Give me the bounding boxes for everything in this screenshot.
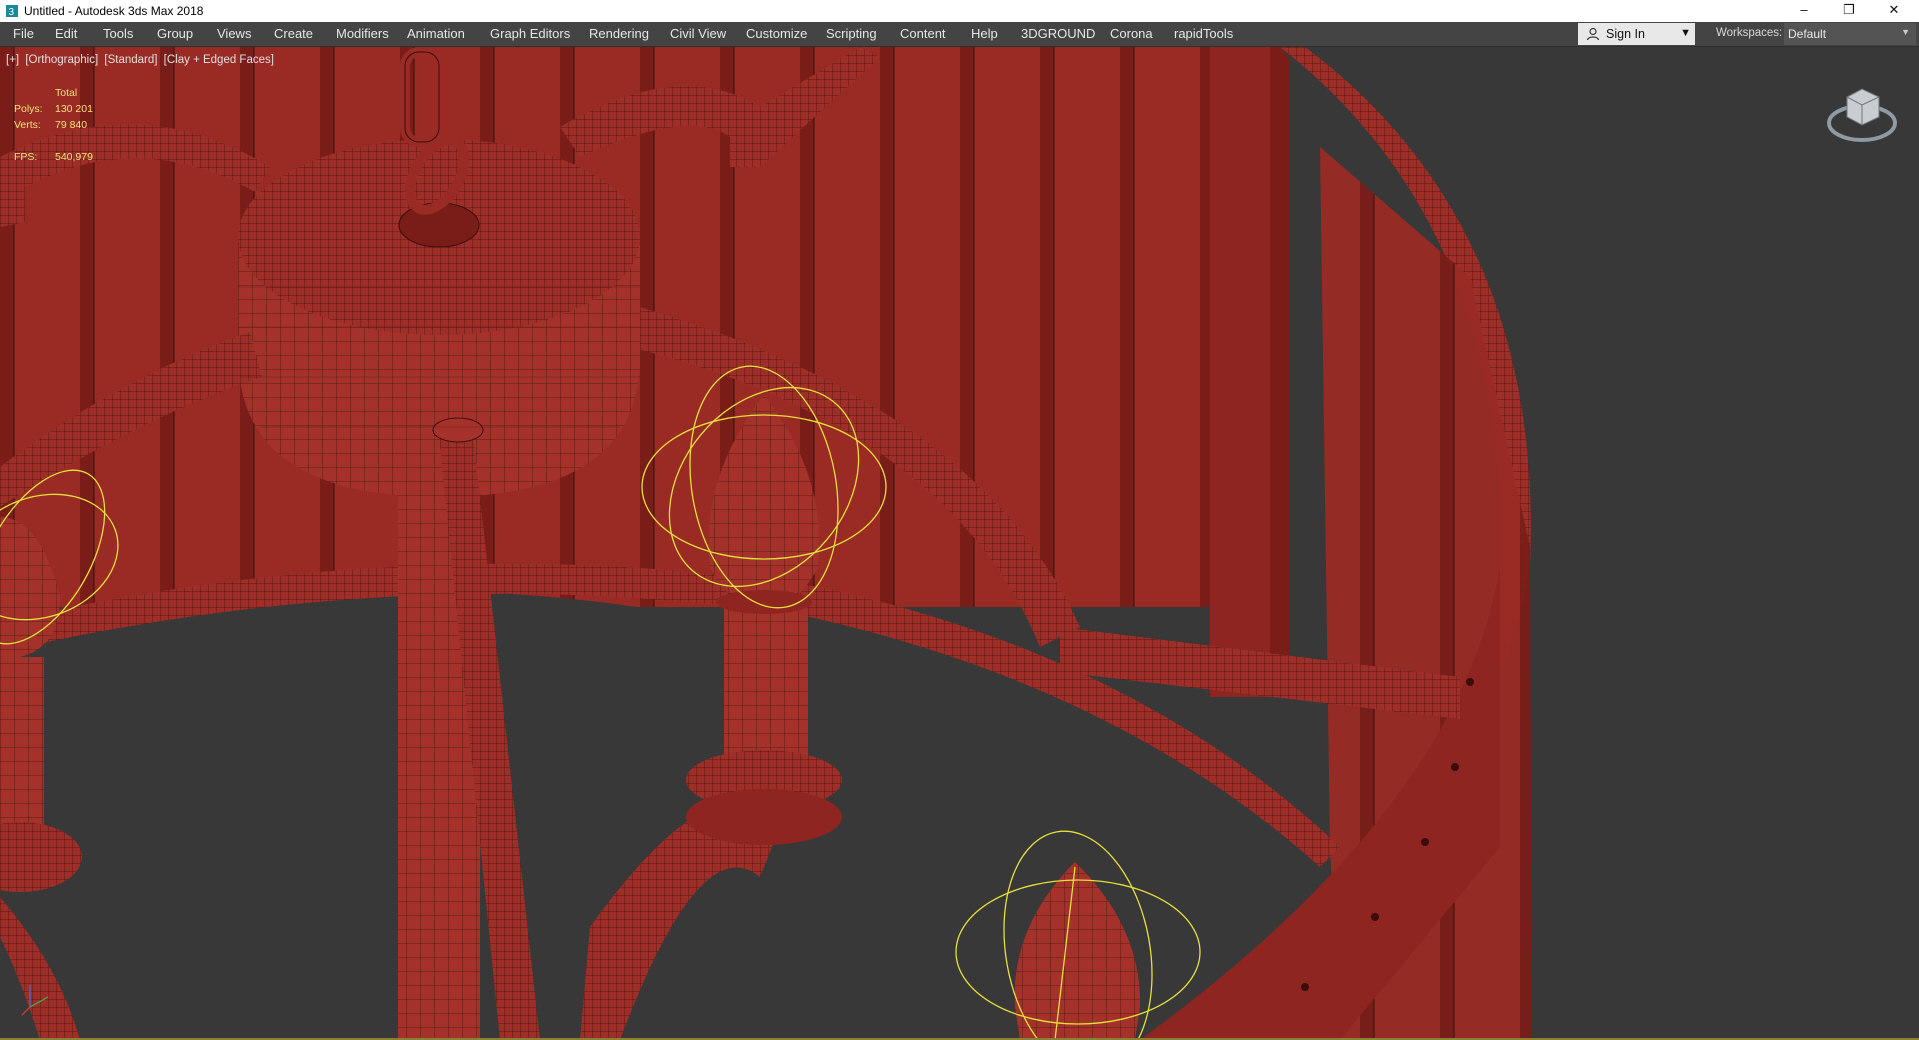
- menu-modifiers[interactable]: Modifiers: [336, 26, 389, 41]
- sign-in-dropdown[interactable]: Sign In ▼: [1578, 23, 1695, 45]
- restore-button[interactable]: ❐: [1826, 0, 1872, 22]
- menu-3dground[interactable]: 3DGROUND: [1021, 26, 1095, 41]
- verts-label: Verts:: [14, 119, 41, 131]
- viewcube-icon[interactable]: [1825, 77, 1899, 151]
- menu-views[interactable]: Views: [217, 26, 251, 41]
- chandelier-model[interactable]: [0, 47, 1919, 1040]
- menu-graph-editors[interactable]: Graph Editors: [490, 26, 570, 41]
- chevron-down-icon: ▼: [1901, 27, 1910, 37]
- menu-customize[interactable]: Customize: [746, 26, 807, 41]
- polys-label: Polys:: [14, 103, 43, 115]
- polys-value: 130 201: [55, 103, 93, 115]
- menu-corona[interactable]: Corona: [1110, 26, 1153, 41]
- axis-tripod-icon: [21, 985, 49, 1016]
- hub-cylinder: [238, 139, 640, 497]
- viewport-style[interactable]: [Standard]: [104, 54, 157, 66]
- workspaces-select[interactable]: Default ▼: [1784, 23, 1916, 45]
- viewport-label[interactable]: [+] [Orthographic] [Standard] [Clay + Ed…: [6, 54, 277, 66]
- chevron-down-icon: ▼: [1680, 27, 1691, 39]
- menu-content[interactable]: Content: [900, 26, 946, 41]
- perspective-viewport[interactable]: [+] [Orthographic] [Standard] [Clay + Ed…: [0, 47, 1919, 1040]
- viewport-projection[interactable]: [Orthographic]: [25, 54, 98, 66]
- viewport-menu-button[interactable]: [+]: [6, 54, 19, 66]
- app-icon: 3: [6, 5, 18, 18]
- menu-animation[interactable]: Animation: [407, 26, 465, 41]
- sign-in-label: Sign In: [1606, 27, 1645, 41]
- close-button[interactable]: ✕: [1871, 0, 1917, 22]
- svg-text:3: 3: [9, 7, 15, 18]
- verts-value: 79 840: [55, 119, 88, 131]
- menu-file[interactable]: File: [13, 26, 34, 41]
- user-icon: [1586, 27, 1600, 41]
- workspaces-value: Default: [1788, 27, 1827, 41]
- menu-edit[interactable]: Edit: [55, 26, 77, 41]
- window-title: Untitled - Autodesk 3ds Max 2018: [24, 4, 204, 18]
- menu-scripting[interactable]: Scripting: [826, 26, 877, 41]
- fps-value: 540,979: [55, 151, 93, 163]
- workspaces-label: Workspaces:: [1716, 27, 1783, 39]
- menu-rapidtools[interactable]: rapidTools: [1174, 26, 1233, 41]
- stats-header: Total: [55, 87, 78, 99]
- menu-tools[interactable]: Tools: [103, 26, 133, 41]
- menu-civil-view[interactable]: Civil View: [670, 26, 726, 41]
- menu-group[interactable]: Group: [157, 26, 193, 41]
- title-bar: 3 Untitled - Autodesk 3ds Max 2018 – ❐ ✕: [0, 0, 1919, 22]
- menu-create[interactable]: Create: [274, 26, 313, 41]
- fps-label: FPS:: [14, 151, 38, 163]
- menu-rendering[interactable]: Rendering: [589, 26, 649, 41]
- menu-help[interactable]: Help: [971, 26, 998, 41]
- minimize-button[interactable]: –: [1781, 0, 1827, 22]
- viewport-shading[interactable]: [Clay + Edged Faces]: [164, 54, 274, 66]
